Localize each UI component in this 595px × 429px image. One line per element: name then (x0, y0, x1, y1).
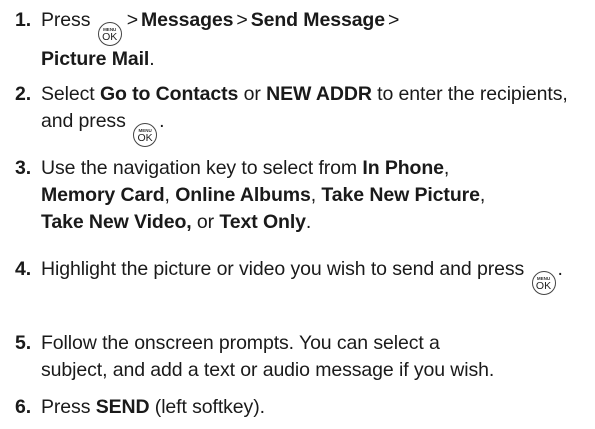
word-or: or (243, 83, 261, 105)
menu-path-picture-mail: Picture Mail (41, 48, 150, 70)
step-text: Highlight the picture or video you wish … (41, 256, 589, 295)
punctuation: , (443, 157, 450, 179)
softkey-send: SEND (95, 396, 150, 418)
step-4-text: Highlight the picture or video you wish … (41, 258, 525, 280)
option-take-new-picture: Take New Picture (321, 184, 480, 206)
punctuation: , (479, 184, 486, 206)
menu-ok-key-icon: MENU OK (531, 271, 556, 295)
ok-key-label: OK (535, 280, 552, 292)
step-5-line-2: subject, and add a text or audio message… (41, 359, 495, 381)
step-text: Use the navigation key to select from In… (41, 155, 589, 236)
option-text-only: Text Only (219, 211, 306, 233)
path-separator: > (236, 9, 248, 31)
step-3-intro: Use the navigation key to select from (41, 157, 358, 179)
menu-path-messages: Messages (140, 9, 234, 31)
option-in-phone: In Phone (362, 157, 444, 179)
option-take-new-video: Take New Video, (41, 211, 192, 233)
punctuation: , (310, 184, 317, 206)
menu-ok-key-icon: MENU OK (133, 123, 158, 147)
punctuation: . (557, 258, 563, 280)
menu-path-send-message: Send Message (250, 9, 385, 31)
step-text: Select Go to Contacts or NEW ADDR to ent… (41, 81, 589, 147)
step-2-select: Select (41, 83, 95, 105)
step-number: 2. (15, 83, 32, 105)
punctuation: . (305, 211, 312, 233)
step-6-press: Press (41, 396, 91, 418)
ok-key-label: OK (137, 132, 153, 144)
option-go-to-contacts: Go to Contacts (99, 83, 239, 105)
option-memory-card: Memory Card (41, 184, 165, 206)
step-number: 4. (15, 258, 32, 280)
menu-ok-key-icon: MENU OK (97, 22, 122, 46)
step-number: 3. (15, 157, 32, 179)
step-6-rest: (left softkey). (154, 396, 265, 418)
step-5-line-1: Follow the onscreen prompts. You can sel… (41, 332, 440, 354)
ok-key-label: OK (102, 31, 118, 43)
path-separator: > (126, 9, 138, 31)
step-text: Press SEND (left softkey). (41, 394, 589, 421)
punctuation: , (164, 184, 170, 206)
step-number: 5. (15, 332, 32, 354)
option-online-albums: Online Albums (175, 184, 311, 206)
punctuation: . (149, 48, 155, 70)
word-or: or (196, 211, 215, 233)
step-text: Follow the onscreen prompts. You can sel… (41, 330, 589, 384)
path-separator: > (388, 9, 400, 31)
step-text: Press MENU OK > Messages > Send Message > Pictu… (41, 7, 589, 73)
punctuation: . (159, 110, 165, 132)
step-number: 1. (15, 9, 32, 31)
option-new-addr: NEW ADDR (266, 83, 372, 105)
step-1-press: Press (41, 9, 91, 31)
step-number: 6. (15, 396, 32, 418)
